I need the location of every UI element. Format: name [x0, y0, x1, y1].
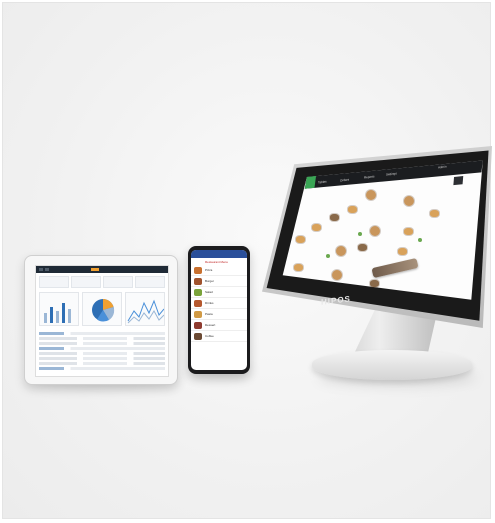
food-thumbnail-icon: [194, 277, 202, 285]
floor-table[interactable]: [358, 244, 367, 251]
menu-category-label: Coffee: [205, 334, 214, 338]
food-thumbnail-icon: [194, 321, 202, 329]
phone-menu-screen: Restaurant Menu Pizza Burger Salad Drinks Pa…: [191, 250, 247, 370]
floor-table[interactable]: [294, 264, 303, 271]
table-row[interactable]: [39, 337, 165, 340]
menu-category-item[interactable]: Pasta: [191, 309, 247, 320]
menu-category-item[interactable]: Dessert: [191, 320, 247, 331]
active-tab-indicator[interactable]: [91, 268, 99, 271]
pie-chart-graphic: [92, 299, 115, 322]
menu-category-label: Pasta: [205, 312, 213, 316]
phone-app-header: [191, 250, 247, 258]
menu-icon[interactable]: [39, 268, 43, 271]
table-row[interactable]: [39, 357, 165, 360]
bar-chart-panel: [39, 292, 79, 326]
floor-table[interactable]: [370, 226, 380, 236]
nav-item[interactable]: [45, 268, 49, 271]
plant-icon: [418, 238, 422, 242]
floor-table[interactable]: [404, 196, 414, 206]
table-row[interactable]: [39, 342, 165, 345]
menu-category-item[interactable]: Salad: [191, 287, 247, 298]
floor-table[interactable]: [296, 236, 305, 243]
menu-category-item[interactable]: Burger: [191, 276, 247, 287]
phone-category-list: Pizza Burger Salad Drinks Pasta Dessert Coffee: [191, 265, 247, 342]
menu-category-label: Dessert: [205, 323, 216, 327]
plant-icon: [358, 232, 362, 236]
phone-device: Restaurant Menu Pizza Burger Salad Drinks Pa…: [188, 246, 250, 374]
food-thumbnail-icon: [194, 266, 202, 274]
kpi-cards: [36, 273, 168, 290]
dashboard-top-bar: [36, 266, 168, 273]
kpi-card: [103, 276, 133, 288]
menu-category-item[interactable]: Drinks: [191, 298, 247, 309]
floor-table[interactable]: [336, 246, 346, 256]
kpi-card: [71, 276, 101, 288]
floor-table[interactable]: [332, 270, 342, 280]
menu-category-label: Drinks: [205, 301, 214, 305]
floor-table[interactable]: [398, 248, 407, 255]
pie-chart-panel: [82, 292, 122, 326]
floor-table[interactable]: [430, 210, 439, 217]
menu-category-label: Burger: [205, 279, 215, 283]
menu-category-item[interactable]: Coffee: [191, 331, 247, 342]
table-row[interactable]: [39, 367, 165, 370]
floor-table[interactable]: [312, 224, 321, 231]
tablet-device: [24, 255, 178, 385]
line-chart-panel: [125, 292, 165, 326]
floor-table[interactable]: [330, 214, 339, 221]
floor-table[interactable]: [348, 206, 357, 213]
floor-table[interactable]: [370, 280, 379, 287]
table-row[interactable]: [39, 347, 165, 350]
plant-icon: [326, 254, 330, 258]
bar-chart-graphic: [44, 303, 71, 323]
kpi-card: [39, 276, 69, 288]
menu-category-label: Pizza: [205, 268, 213, 272]
dashboard-table: [36, 328, 168, 374]
menu-category-item[interactable]: Pizza: [191, 265, 247, 276]
table-row[interactable]: [39, 362, 165, 365]
food-thumbnail-icon: [194, 288, 202, 296]
phone-menu-title: Restaurant Menu: [205, 260, 229, 264]
dashboard-charts: [36, 290, 168, 328]
food-thumbnail-icon: [194, 332, 202, 340]
kpi-card: [135, 276, 165, 288]
food-thumbnail-icon: [194, 299, 202, 307]
terminal-stand-base: [312, 350, 472, 380]
food-thumbnail-icon: [194, 310, 202, 318]
line-chart-graphic: [127, 299, 164, 324]
floor-table[interactable]: [404, 228, 413, 235]
menu-category-label: Salad: [205, 290, 213, 294]
table-row[interactable]: [39, 332, 165, 335]
tablet-dashboard-screen: [35, 265, 169, 377]
floor-table[interactable]: [366, 190, 376, 200]
table-row[interactable]: [39, 352, 165, 355]
